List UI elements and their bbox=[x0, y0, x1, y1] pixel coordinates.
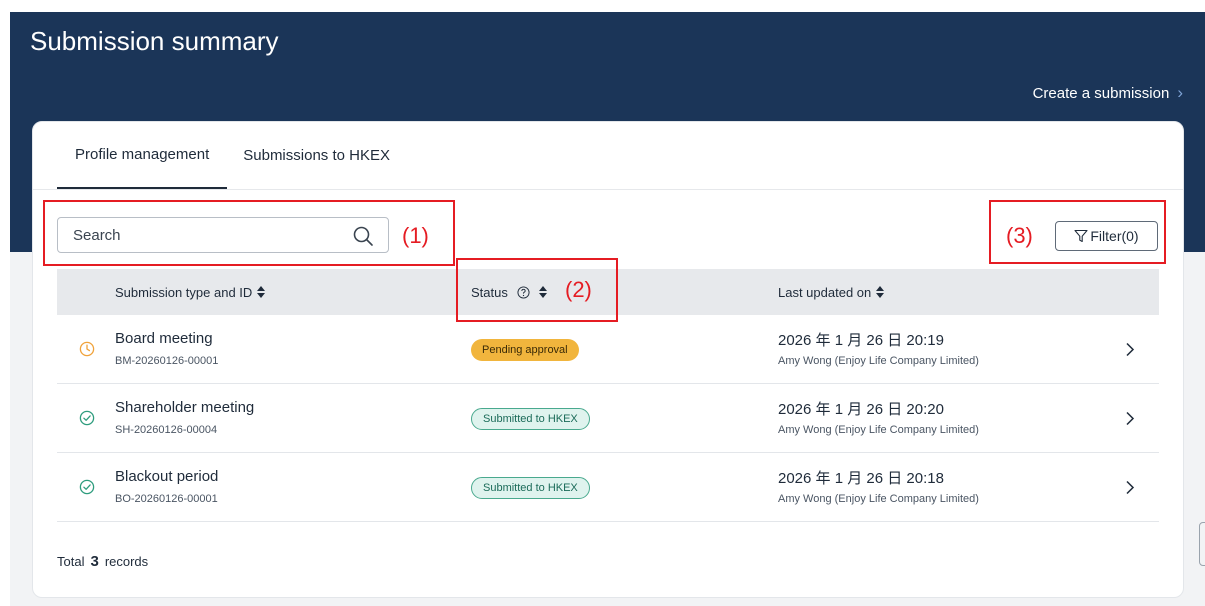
updated-time: 2026 年 1 月 26 日 20:20 bbox=[778, 401, 944, 418]
submission-card: Profile management Submissions to HKEX F… bbox=[32, 121, 1184, 598]
create-submission-label: Create a submission bbox=[1032, 84, 1170, 102]
sort-icon bbox=[257, 286, 266, 298]
total-count: 3 bbox=[90, 553, 99, 570]
updated-time: 2026 年 1 月 26 日 20:18 bbox=[778, 470, 944, 487]
submission-id: SH-20260126-00004 bbox=[115, 424, 218, 436]
tab-profile-management[interactable]: Profile management bbox=[57, 122, 228, 189]
status-badge: Pending approval bbox=[471, 339, 579, 361]
tab-divider bbox=[33, 189, 1183, 190]
updated-by: Amy Wong (Enjoy Life Company Limited) bbox=[778, 355, 979, 367]
updated-by: Amy Wong (Enjoy Life Company Limited) bbox=[778, 424, 979, 436]
total-records: Total 3 records bbox=[57, 553, 148, 570]
check-circle-icon bbox=[79, 410, 95, 426]
clock-icon bbox=[79, 341, 95, 357]
table-row[interactable]: Shareholder meeting SH-20260126-00004 Su… bbox=[57, 384, 1159, 453]
submission-type: Board meeting bbox=[115, 330, 213, 347]
table-row[interactable]: Board meeting BM-20260126-00001 Pending … bbox=[57, 315, 1159, 384]
total-label: Total bbox=[57, 554, 85, 569]
check-circle-icon bbox=[79, 479, 95, 495]
annotation-box-search bbox=[43, 200, 455, 266]
updated-time: 2026 年 1 月 26 日 20:19 bbox=[778, 332, 944, 349]
records-label: records bbox=[104, 554, 149, 569]
annotation-label: (2) bbox=[565, 277, 592, 302]
chevron-right-icon: › bbox=[1177, 83, 1183, 102]
tab-submissions-to-hkex[interactable]: Submissions to HKEX bbox=[227, 122, 408, 189]
status-badge: Submitted to HKEX bbox=[471, 477, 590, 499]
column-header-type[interactable]: Submission type and ID bbox=[115, 269, 266, 315]
chevron-right-icon[interactable] bbox=[1125, 480, 1135, 495]
tab-bar: Profile management Submissions to HKEX bbox=[57, 122, 408, 189]
page-title: Submission summary bbox=[30, 26, 279, 56]
column-updated-label: Last updated on bbox=[778, 284, 872, 300]
side-panel-handle[interactable] bbox=[1199, 522, 1205, 566]
create-submission-link[interactable]: Create a submission › bbox=[1033, 83, 1183, 103]
column-type-label: Submission type and ID bbox=[115, 284, 253, 300]
annotation-label: (3) bbox=[1006, 223, 1033, 248]
status-badge: Submitted to HKEX bbox=[471, 408, 590, 430]
submission-type: Blackout period bbox=[115, 468, 219, 485]
chevron-right-icon[interactable] bbox=[1125, 411, 1135, 426]
chevron-right-icon[interactable] bbox=[1125, 342, 1135, 357]
updated-by: Amy Wong (Enjoy Life Company Limited) bbox=[778, 493, 979, 505]
annotation-box-status bbox=[456, 258, 618, 322]
annotation-label: (1) bbox=[402, 223, 429, 248]
column-header-updated[interactable]: Last updated on bbox=[778, 269, 885, 315]
submission-id: BM-20260126-00001 bbox=[115, 355, 219, 367]
submission-id: BO-20260126-00001 bbox=[115, 493, 218, 505]
submission-type: Shareholder meeting bbox=[115, 399, 255, 416]
sort-icon bbox=[876, 286, 885, 298]
table-row[interactable]: Blackout period BO-20260126-00001 Submit… bbox=[57, 453, 1159, 522]
